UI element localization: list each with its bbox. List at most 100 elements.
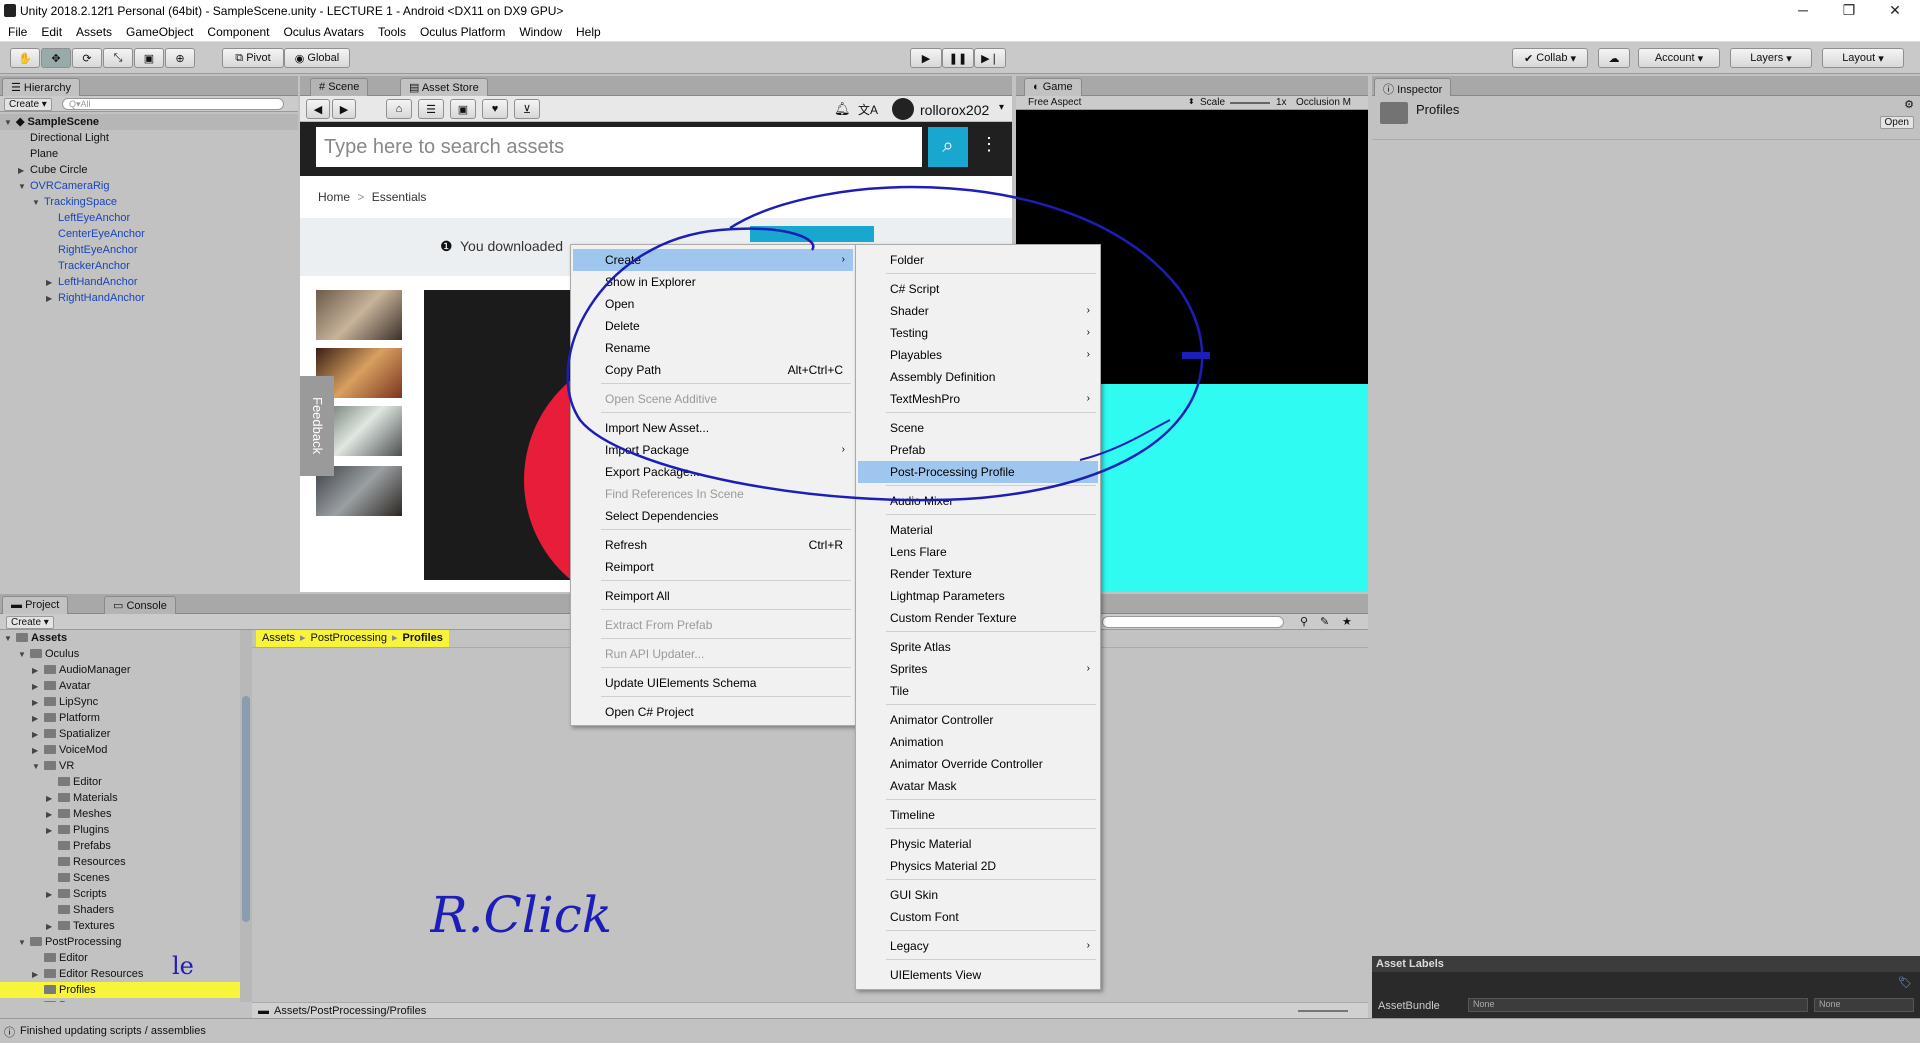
folder-tree-item[interactable]: ▶ VoiceMod bbox=[0, 742, 240, 758]
folder-tree-item[interactable]: ▼ PostProcessing bbox=[0, 934, 240, 950]
expand-arrow-icon[interactable]: ▶ bbox=[32, 967, 44, 983]
avatar[interactable] bbox=[892, 98, 914, 120]
menu-item[interactable]: Refresh Ctrl+R bbox=[573, 534, 853, 556]
menu-item[interactable]: Lens Flare bbox=[858, 541, 1098, 563]
menu-item[interactable]: Sprite Atlas bbox=[858, 636, 1098, 658]
hierarchy-item[interactable]: LeftEyeAnchor bbox=[0, 210, 298, 226]
tab-inspector[interactable]: ⓘ Inspector bbox=[1374, 78, 1452, 96]
transform-tool-icon[interactable]: ⊕ bbox=[165, 48, 195, 68]
settings-icon[interactable]: ⚙ bbox=[1904, 98, 1914, 111]
project-create-button[interactable]: Create ▾ bbox=[6, 616, 54, 629]
tree-scrollbar-thumb[interactable] bbox=[242, 696, 250, 922]
tag-icon[interactable]: 🏷︎ bbox=[1898, 976, 1912, 989]
move-tool-icon[interactable]: ✥ bbox=[41, 48, 71, 68]
expand-arrow-icon[interactable]: ▶ bbox=[46, 807, 58, 823]
menu-item-help[interactable]: Help bbox=[576, 25, 601, 39]
folder-tree-item[interactable]: ▶ AudioManager bbox=[0, 662, 240, 678]
folder-tree-item[interactable]: Editor bbox=[0, 950, 240, 966]
expand-arrow-icon[interactable]: ▶ bbox=[46, 291, 58, 307]
menu-item-oculus-platform[interactable]: Oculus Platform bbox=[420, 25, 505, 39]
hierarchy-item[interactable]: CenterEyeAnchor bbox=[0, 226, 298, 242]
hierarchy-item[interactable]: ▶ Cube Circle bbox=[0, 162, 298, 178]
scene-root[interactable]: ▼ ◆ SampleScene bbox=[0, 114, 298, 130]
hand-tool-icon[interactable]: ✋ bbox=[10, 48, 40, 68]
tab-asset-store[interactable]: ▤ Asset Store bbox=[400, 78, 488, 96]
folder-tree-item[interactable]: ▼ VR bbox=[0, 758, 240, 774]
scale-tool-icon[interactable]: ⤡ bbox=[103, 48, 133, 68]
expand-arrow-icon[interactable]: ▶ bbox=[46, 823, 58, 839]
hierarchy-item[interactable]: ▶ LeftHandAnchor bbox=[0, 274, 298, 290]
heart-icon[interactable]: ♥ bbox=[482, 99, 508, 119]
bell-icon[interactable]: 🔔︎ bbox=[834, 101, 851, 117]
menu-item[interactable]: Animation bbox=[858, 731, 1098, 753]
expand-arrow-icon[interactable]: ▶ bbox=[32, 695, 44, 711]
cloud-icon[interactable]: ☁ bbox=[1598, 48, 1630, 68]
tab-hierarchy[interactable]: ☰ Hierarchy bbox=[2, 78, 80, 96]
menu-item[interactable]: Sprites › bbox=[858, 658, 1098, 680]
expand-arrow-icon[interactable]: ▶ bbox=[18, 163, 30, 179]
menu-item[interactable]: Custom Render Texture bbox=[858, 607, 1098, 629]
menu-item-oculus-avatars[interactable]: Oculus Avatars bbox=[283, 25, 363, 39]
menu-item[interactable]: Legacy › bbox=[858, 935, 1098, 957]
menu-item[interactable]: Physics Material 2D bbox=[858, 855, 1098, 877]
hierarchy-item[interactable]: Plane bbox=[0, 146, 298, 162]
folder-tree-item[interactable]: ▶ Textures bbox=[0, 918, 240, 934]
scale-slider[interactable] bbox=[1230, 102, 1270, 104]
expand-arrow-icon[interactable]: ▶ bbox=[32, 663, 44, 679]
folder-tree-item[interactable]: ▶ Avatar bbox=[0, 678, 240, 694]
expand-arrow-icon[interactable]: ▶ bbox=[32, 999, 44, 1002]
hierarchy-search-input[interactable]: Q▾All bbox=[62, 98, 284, 110]
account-dropdown[interactable]: Account ▾ bbox=[1638, 48, 1720, 68]
menu-item-component[interactable]: Component bbox=[207, 25, 269, 39]
rotate-tool-icon[interactable]: ⟳ bbox=[72, 48, 102, 68]
filter-type-icon[interactable]: ⚲ bbox=[1300, 615, 1308, 628]
icon-size-slider[interactable] bbox=[1298, 1010, 1348, 1012]
menu-item[interactable]: Animator Override Controller bbox=[858, 753, 1098, 775]
layers-dropdown[interactable]: Layers ▾ bbox=[1730, 48, 1812, 68]
hierarchy-item[interactable]: ▶ RightHandAnchor bbox=[0, 290, 298, 306]
expand-arrow-icon[interactable]: ▼ bbox=[18, 179, 30, 195]
folder-tree-item[interactable]: Shaders bbox=[0, 902, 240, 918]
layout-dropdown[interactable]: Layout ▾ bbox=[1822, 48, 1904, 68]
expand-arrow-icon[interactable]: ▶ bbox=[32, 711, 44, 727]
list-view-icon[interactable]: ☰ bbox=[418, 99, 444, 119]
menu-item[interactable]: Reimport bbox=[573, 556, 853, 578]
folder-tree-item[interactable]: ▶ LipSync bbox=[0, 694, 240, 710]
favorite-icon[interactable]: ★ bbox=[1342, 615, 1352, 628]
chevron-down-icon[interactable]: ▾ bbox=[999, 102, 1004, 113]
menu-item-file[interactable]: File bbox=[8, 25, 27, 39]
folder-tree-item[interactable]: Scenes bbox=[0, 870, 240, 886]
user-name[interactable]: rollorox202 bbox=[920, 102, 989, 118]
expand-arrow-icon[interactable]: ▼ bbox=[18, 647, 30, 663]
expand-arrow-icon[interactable]: ▶ bbox=[46, 919, 58, 935]
folder-tree-item[interactable]: Editor bbox=[0, 774, 240, 790]
folder-tree-item[interactable]: Profiles bbox=[0, 982, 240, 998]
menu-item[interactable]: Avatar Mask bbox=[858, 775, 1098, 797]
cart-icon[interactable]: ⊻ bbox=[514, 99, 540, 119]
menu-item[interactable]: Material bbox=[858, 519, 1098, 541]
expand-arrow-icon[interactable]: ▶ bbox=[46, 791, 58, 807]
folder-tree-item[interactable]: ▼ Assets bbox=[0, 630, 240, 646]
folder-tree-item[interactable]: ▼ Oculus bbox=[0, 646, 240, 662]
expand-arrow-icon[interactable]: ▶ bbox=[32, 679, 44, 695]
open-button[interactable]: Open bbox=[1879, 116, 1914, 129]
expand-arrow-icon[interactable]: ▶ bbox=[46, 275, 58, 291]
tab-project[interactable]: ▬ Project bbox=[2, 596, 69, 614]
tree-scrollbar[interactable] bbox=[240, 630, 252, 1002]
menu-item[interactable]: Custom Font bbox=[858, 906, 1098, 928]
tab-scene[interactable]: # Scene bbox=[310, 78, 369, 96]
more-options-icon[interactable]: ⋮ bbox=[980, 134, 998, 155]
project-search-input[interactable] bbox=[1102, 616, 1284, 628]
collab-dropdown[interactable]: ✔ Collab ▾ bbox=[1512, 48, 1588, 68]
expand-arrow-icon[interactable]: ▼ bbox=[18, 935, 30, 951]
project-crumb[interactable]: PostProcessing bbox=[311, 632, 387, 644]
hierarchy-item[interactable]: TrackerAnchor bbox=[0, 258, 298, 274]
hierarchy-item[interactable]: RightEyeAnchor bbox=[0, 242, 298, 258]
folder-tree-item[interactable]: Prefabs bbox=[0, 838, 240, 854]
folder-tree-item[interactable]: Resources bbox=[0, 854, 240, 870]
project-crumb[interactable]: Profiles bbox=[403, 632, 443, 644]
filter-label-icon[interactable]: ✎ bbox=[1320, 615, 1329, 628]
thumbnail[interactable] bbox=[316, 290, 402, 340]
menu-item[interactable]: Physic Material bbox=[858, 833, 1098, 855]
menu-item[interactable]: Render Texture bbox=[858, 563, 1098, 585]
